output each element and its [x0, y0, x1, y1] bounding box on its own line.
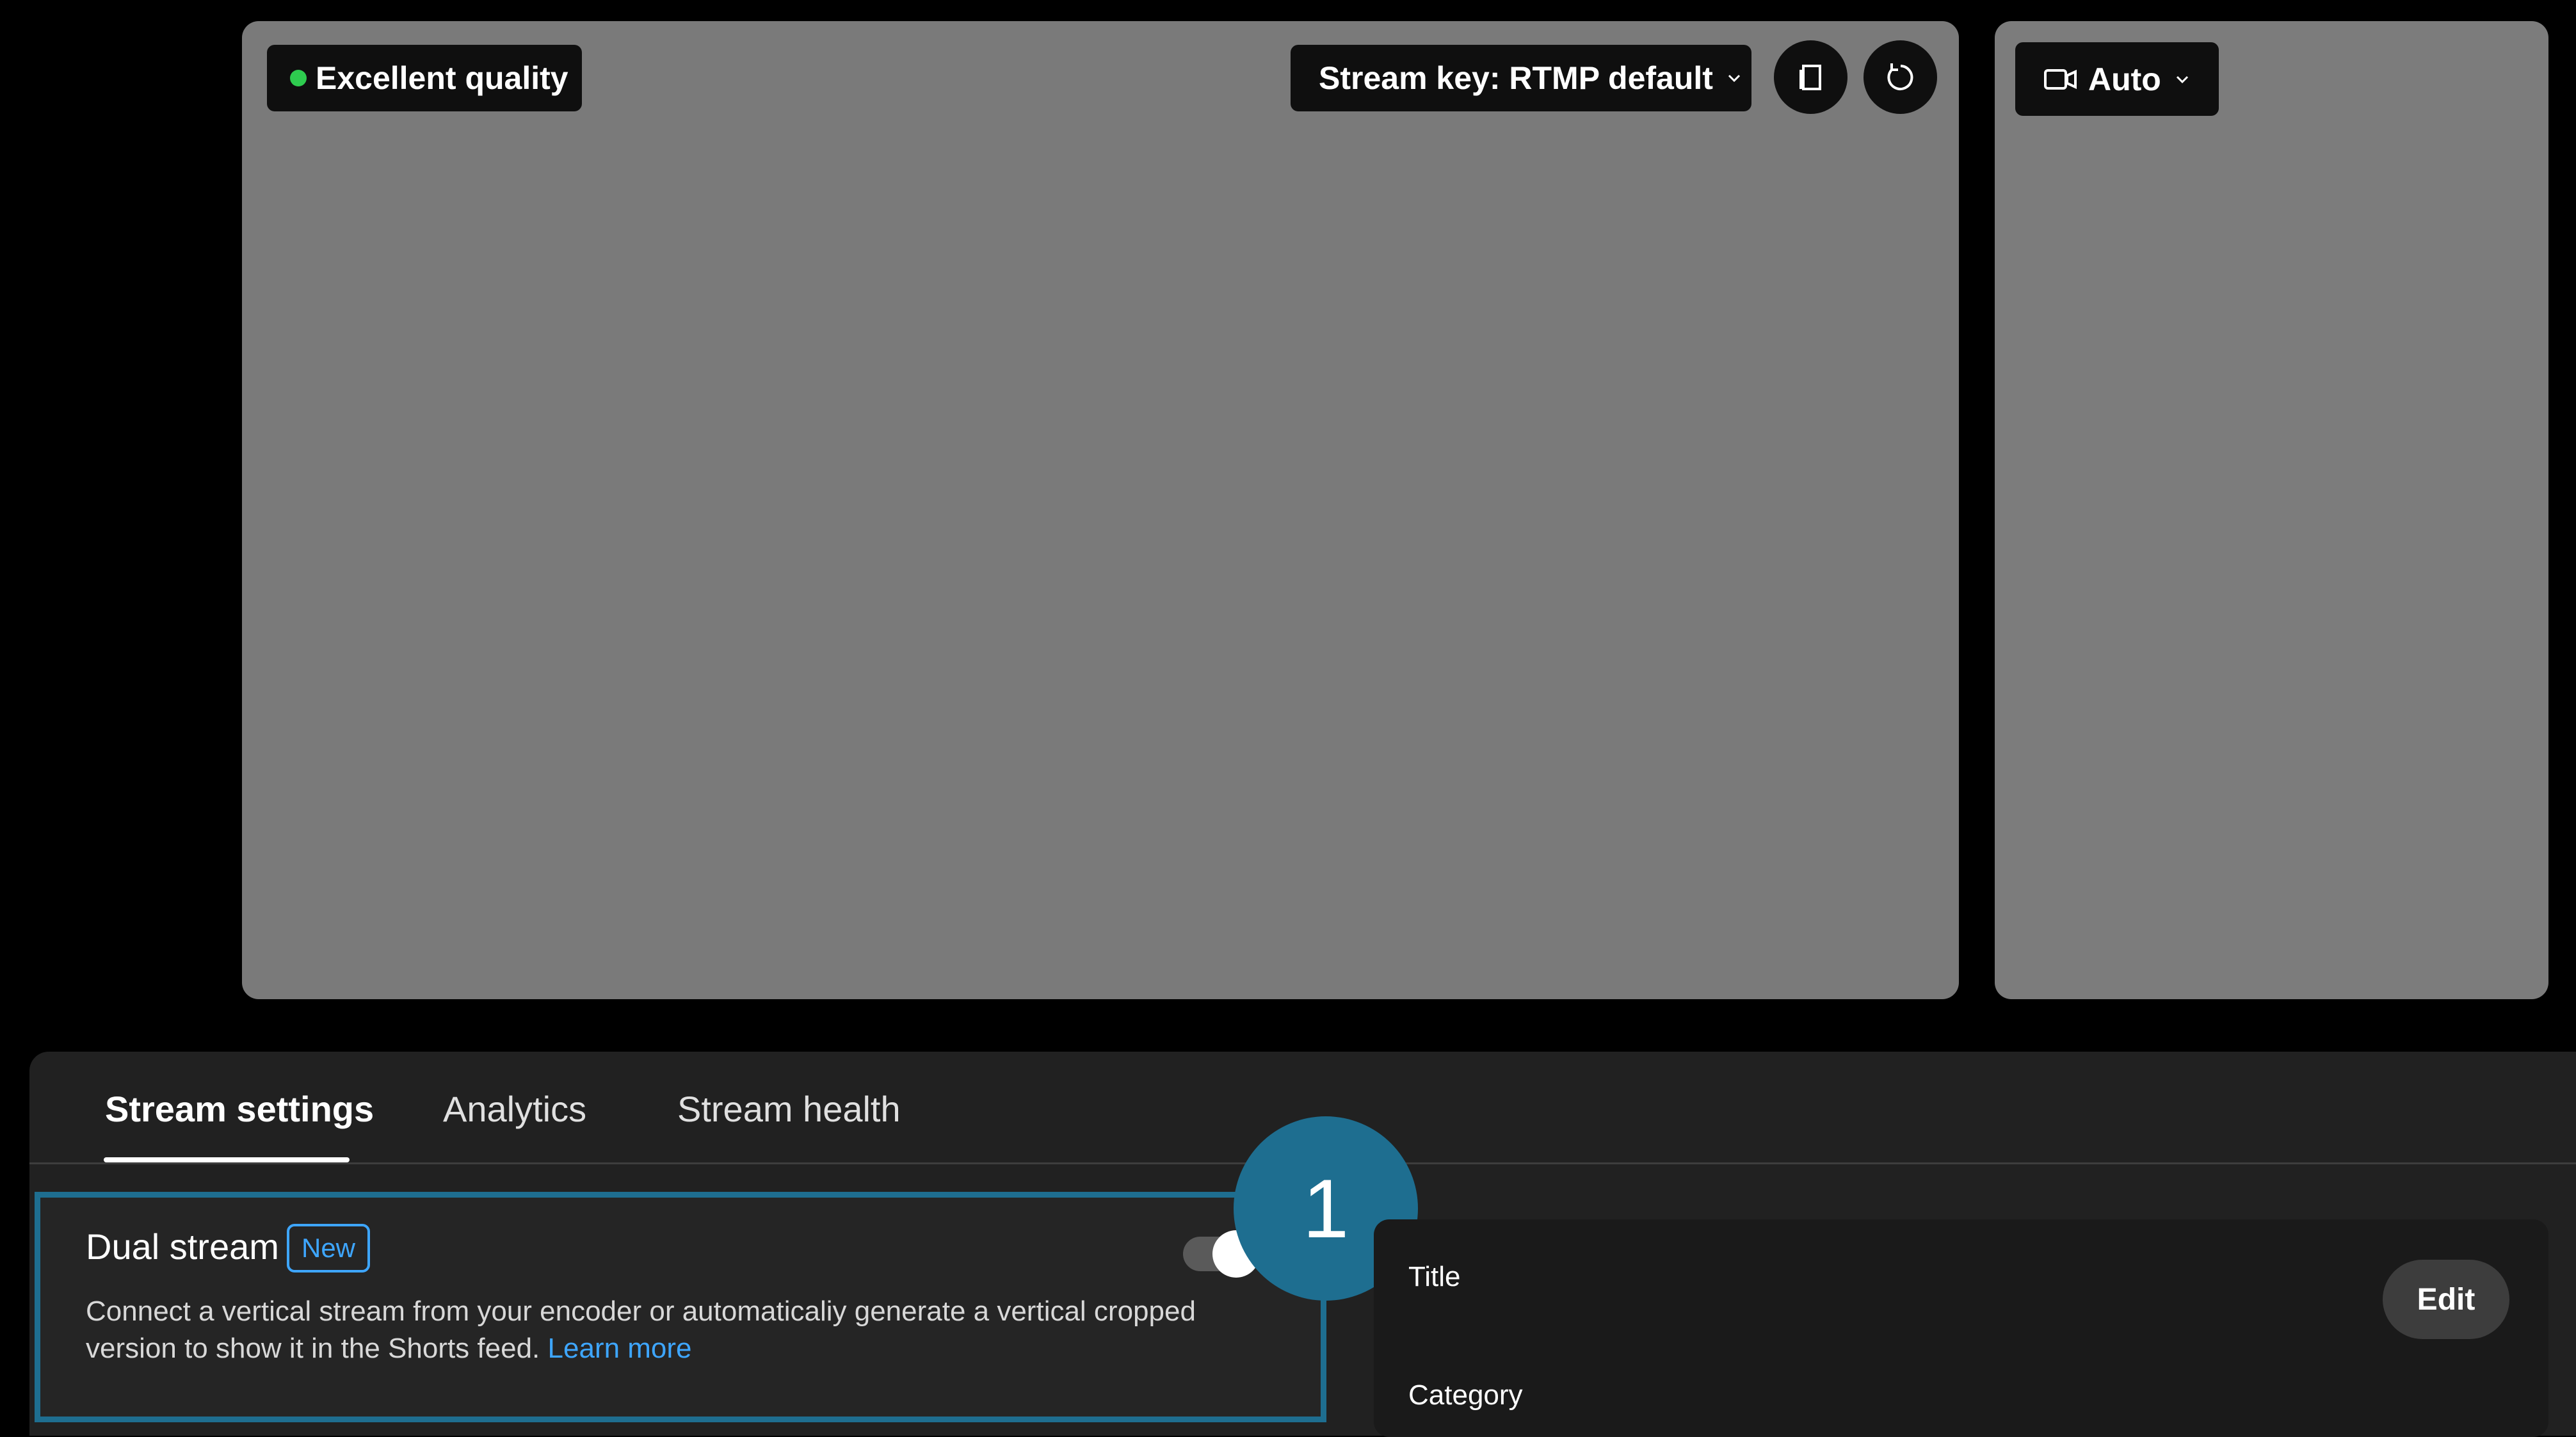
horizontal-stream-preview	[242, 21, 1959, 999]
learn-more-link[interactable]: Learn more	[548, 1333, 692, 1364]
vertical-camera-dropdown[interactable]: Auto	[2015, 42, 2219, 116]
copy-stream-key-button[interactable]	[1774, 40, 1847, 114]
stream-key-label: Stream key: RTMP default	[1319, 60, 1713, 96]
edit-button[interactable]: Edit	[2383, 1260, 2509, 1339]
tab-stream-health[interactable]: Stream health	[677, 1088, 901, 1130]
quality-label: Excellent quality	[316, 60, 568, 96]
refresh-stream-key-button[interactable]	[1864, 40, 1937, 114]
tab-stream-settings[interactable]: Stream settings	[105, 1088, 374, 1130]
stream-details-card	[1374, 1219, 2548, 1437]
stream-quality-indicator: Excellent quality	[267, 45, 582, 111]
category-label: Category	[1408, 1379, 1523, 1411]
chevron-down-icon	[1728, 74, 1740, 83]
active-tab-indicator	[104, 1157, 350, 1162]
camera-icon	[2044, 68, 2077, 90]
tab-analytics[interactable]: Analytics	[443, 1088, 586, 1130]
vertical-stream-preview	[1995, 21, 2548, 999]
title-label: Title	[1408, 1261, 1461, 1292]
vertical-camera-label: Auto	[2088, 61, 2161, 97]
dual-stream-title: Dual stream	[86, 1226, 279, 1267]
refresh-icon	[1887, 63, 1913, 90]
new-badge: New	[287, 1224, 370, 1272]
dual-stream-description: Connect a vertical stream from your enco…	[86, 1293, 1238, 1367]
status-dot-icon	[290, 70, 307, 86]
chevron-down-icon	[2176, 76, 2188, 83]
stream-key-dropdown[interactable]: Stream key: RTMP default	[1291, 45, 1751, 111]
copy-icon	[1799, 64, 1821, 90]
